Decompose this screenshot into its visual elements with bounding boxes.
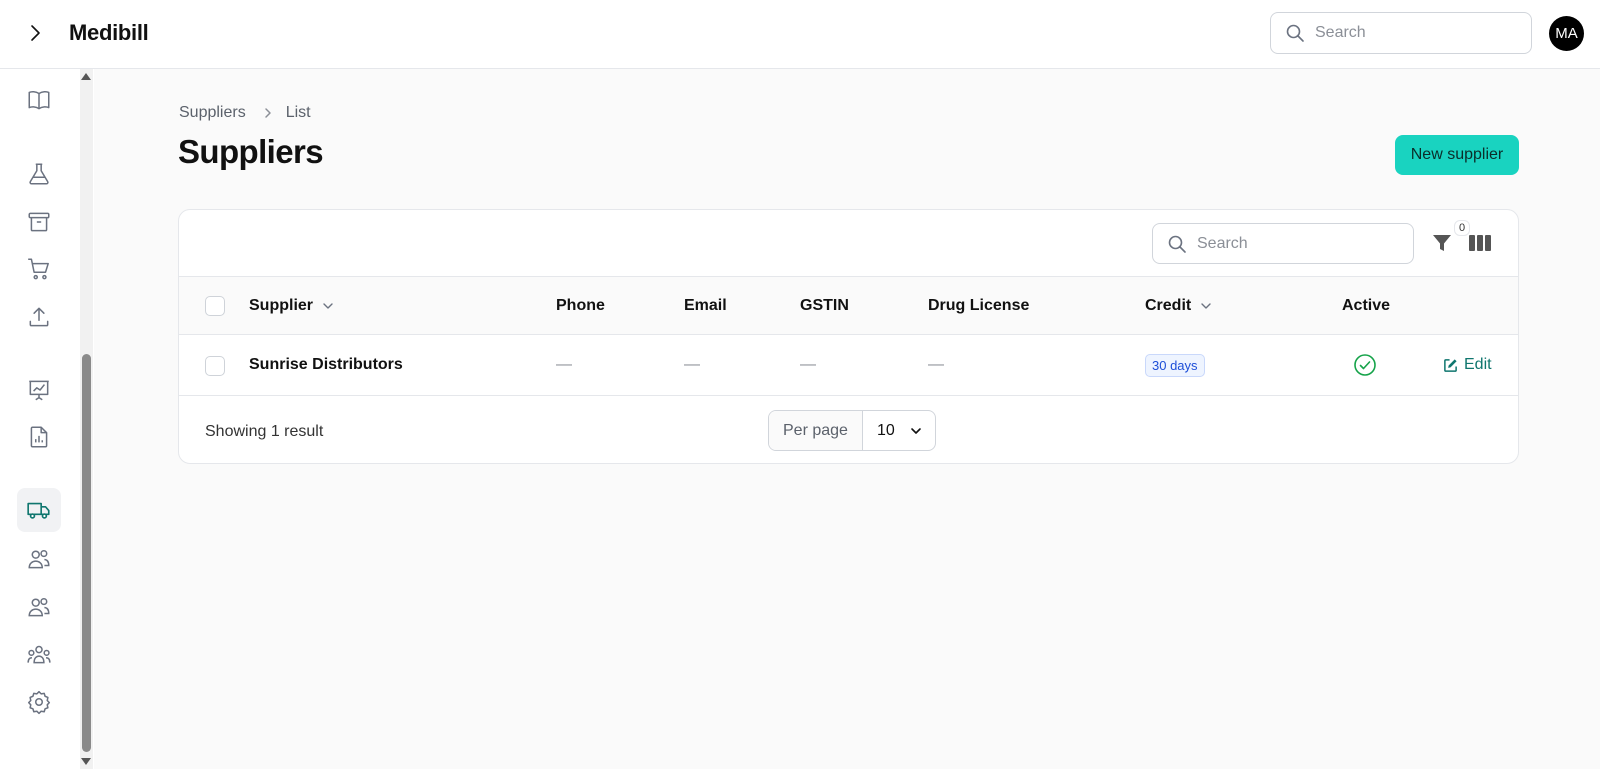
sidebar-item-import[interactable] <box>17 295 61 339</box>
breadcrumb-current: List <box>285 104 311 121</box>
shopping-cart-icon <box>28 258 49 280</box>
active-cell <box>1353 335 1377 395</box>
app-brand: Medibill <box>69 20 149 45</box>
sidebar-item-inventory[interactable] <box>17 200 61 244</box>
breadcrumb: Suppliers List <box>179 104 311 122</box>
table-search[interactable] <box>1152 223 1414 264</box>
scroll-up-arrow[interactable] <box>81 73 91 80</box>
column-email: Email <box>684 296 727 314</box>
scroll-down-arrow[interactable] <box>81 758 91 765</box>
table-search-input[interactable] <box>1197 234 1397 253</box>
breadcrumb-suppliers-link[interactable]: Suppliers <box>179 104 246 122</box>
column-gstin: GSTIN <box>800 296 849 314</box>
upload-icon <box>29 307 49 327</box>
supplier-drug-license: — <box>928 356 944 373</box>
sidebar-item-staff[interactable] <box>17 633 61 677</box>
per-page-label: Per page <box>769 411 863 450</box>
sidebar-item-lab[interactable] <box>17 152 61 196</box>
presentation-chart-icon <box>29 380 49 401</box>
credit-cell: 30 days <box>1145 335 1205 395</box>
global-search-input[interactable] <box>1315 24 1515 42</box>
global-search[interactable] <box>1270 12 1532 54</box>
page-title: Suppliers <box>178 133 324 170</box>
column-active: Active <box>1342 296 1391 314</box>
flask-icon <box>29 163 49 185</box>
check-circle-icon <box>1354 354 1376 376</box>
sidebar <box>0 69 94 769</box>
team-icon <box>27 645 51 664</box>
chevron-down-icon <box>1199 299 1213 313</box>
suppliers-table-card: 0 Supplier Phone Email GSTIN Drug Licens… <box>178 209 1519 464</box>
column-supplier[interactable]: Supplier <box>249 277 335 334</box>
user-group-icon <box>28 598 50 617</box>
users-icon <box>28 550 50 569</box>
sidebar-item-reports[interactable] <box>17 415 61 459</box>
per-page-control: Per page 10 <box>768 410 936 451</box>
result-count: Showing 1 result <box>205 423 324 440</box>
columns-icon[interactable] <box>1469 234 1491 252</box>
column-phone: Phone <box>556 296 605 314</box>
gear-icon <box>27 690 51 715</box>
sidebar-item-customers[interactable] <box>17 537 61 581</box>
pencil-square-icon <box>1444 358 1457 372</box>
chevron-right-icon <box>31 25 40 41</box>
row-checkbox[interactable] <box>205 356 225 376</box>
sidebar-toggle-button[interactable] <box>22 20 48 46</box>
column-drug-license: Drug License <box>928 296 1030 314</box>
supplier-name[interactable]: Sunrise Distributors <box>249 335 403 395</box>
column-credit[interactable]: Credit <box>1145 277 1213 334</box>
chevron-right-icon <box>262 107 274 119</box>
sidebar-item-suppliers[interactable] <box>17 488 61 532</box>
supplier-gstin: — <box>800 356 816 373</box>
truck-icon <box>27 502 50 519</box>
top-bar: Medibill MA <box>0 0 1600 69</box>
sidebar-scrollbar-thumb[interactable] <box>82 354 91 752</box>
archive-box-icon <box>28 212 50 232</box>
search-icon <box>1286 24 1304 42</box>
book-open-icon <box>28 90 50 110</box>
filter-icon[interactable] <box>1430 231 1454 255</box>
per-page-select[interactable]: 10 <box>863 411 935 450</box>
sidebar-item-dashboard[interactable] <box>17 368 61 412</box>
credit-badge: 30 days <box>1145 353 1205 377</box>
supplier-phone: — <box>556 356 572 373</box>
sidebar-item-doctors[interactable] <box>17 585 61 629</box>
sidebar-item-settings[interactable] <box>17 680 61 724</box>
avatar[interactable]: MA <box>1549 16 1584 51</box>
filter-count-badge: 0 <box>1454 220 1470 236</box>
edit-button[interactable]: Edit <box>1443 356 1492 374</box>
select-all-checkbox[interactable] <box>205 296 225 316</box>
chevron-down-icon <box>321 299 335 313</box>
sidebar-item-catalog[interactable] <box>17 78 61 122</box>
table-header: Supplier Phone Email GSTIN Drug License … <box>179 276 1518 335</box>
edit-cell: Edit <box>1443 335 1492 395</box>
table-row[interactable]: Sunrise Distributors — — — — 30 days Edi… <box>179 335 1518 396</box>
new-supplier-button[interactable]: New supplier <box>1395 135 1519 175</box>
search-icon <box>1168 235 1186 253</box>
supplier-email: — <box>684 356 700 373</box>
document-chart-icon <box>30 426 48 448</box>
chevron-down-icon <box>910 427 921 434</box>
sidebar-item-purchases[interactable] <box>17 247 61 291</box>
